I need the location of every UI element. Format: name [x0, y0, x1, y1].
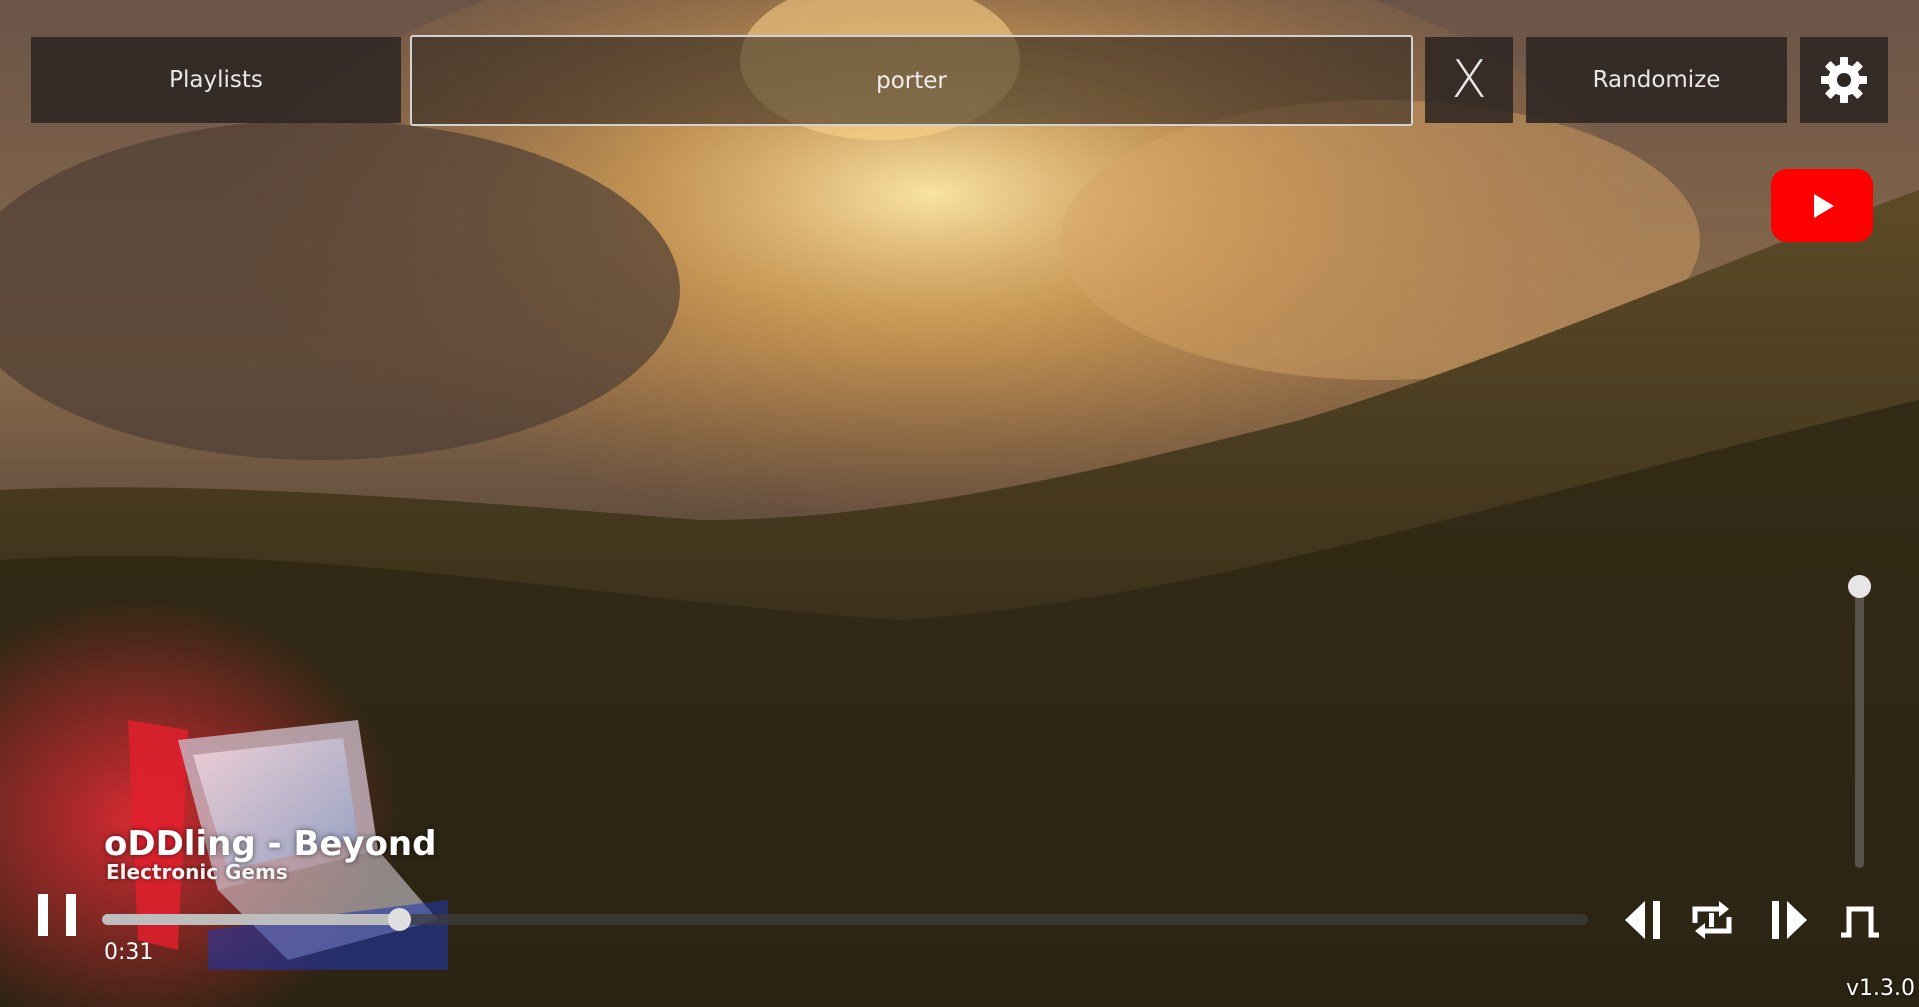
previous-button[interactable] — [1619, 895, 1669, 945]
repeat-button[interactable] — [1687, 895, 1737, 945]
playlists-button-label: Playlists — [169, 67, 263, 93]
playlist-name: Electronic Gems — [106, 860, 288, 884]
version-label: v1.3.0 — [1846, 976, 1915, 1001]
randomize-button[interactable]: Randomize — [1526, 37, 1787, 123]
playlists-button[interactable]: Playlists — [31, 37, 401, 123]
youtube-icon — [1814, 193, 1834, 218]
search-input[interactable] — [410, 35, 1413, 126]
repeat-icon — [1692, 901, 1732, 939]
progress-fill — [102, 914, 400, 925]
progress-bar[interactable] — [102, 908, 1588, 931]
pause-button[interactable] — [36, 892, 80, 938]
youtube-button[interactable] — [1771, 169, 1873, 242]
clear-search-label: X — [1451, 50, 1487, 110]
shuffle-icon — [1841, 906, 1879, 938]
track-title: oDDling - Beyond — [104, 824, 437, 864]
next-button[interactable] — [1763, 895, 1813, 945]
pause-icon — [38, 894, 76, 936]
volume-thumb[interactable] — [1848, 575, 1871, 598]
settings-button[interactable] — [1800, 37, 1888, 123]
randomize-button-label: Randomize — [1592, 67, 1721, 93]
shuffle-button[interactable] — [1835, 895, 1885, 945]
elapsed-time: 0:31 — [104, 940, 154, 965]
clear-search-button[interactable]: X — [1425, 37, 1513, 123]
skip-previous-icon — [1625, 901, 1660, 939]
volume-slider[interactable] — [1848, 575, 1871, 868]
skip-next-icon — [1772, 901, 1807, 939]
gear-icon — [1821, 57, 1867, 103]
